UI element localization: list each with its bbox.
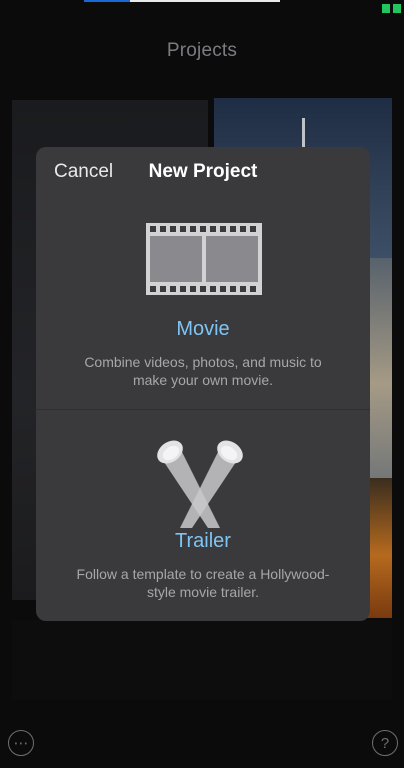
projects-title: Projects [166, 40, 238, 61]
ellipsis-icon[interactable]: ⋯ [8, 730, 34, 756]
movie-description: Combine videos, photos, and music to mak… [84, 354, 322, 388]
new-project-modal: Cancel New Project Movie Combine videos,… [36, 147, 370, 621]
spotlight-icon [157, 440, 243, 528]
movie-option[interactable]: Movie Combine videos, photos, and music … [36, 195, 370, 409]
movie-label: Movie [176, 318, 230, 340]
modal-header: Cancel New Project [36, 147, 370, 195]
trailer-option[interactable]: Trailer Follow a template to create a Ho… [36, 410, 370, 621]
modal-title: New Project [148, 161, 258, 182]
trailer-label: Trailer [175, 530, 231, 552]
status-url-strip [130, 0, 280, 2]
projects-footer-area [12, 620, 392, 700]
film-strip-icon [146, 223, 262, 295]
question-icon[interactable]: ? [372, 730, 398, 756]
battery-icon [382, 4, 402, 13]
trailer-description: Follow a template to create a Hollywood-… [76, 566, 330, 600]
status-bar [0, 0, 404, 14]
status-progress-indicator [84, 0, 130, 2]
